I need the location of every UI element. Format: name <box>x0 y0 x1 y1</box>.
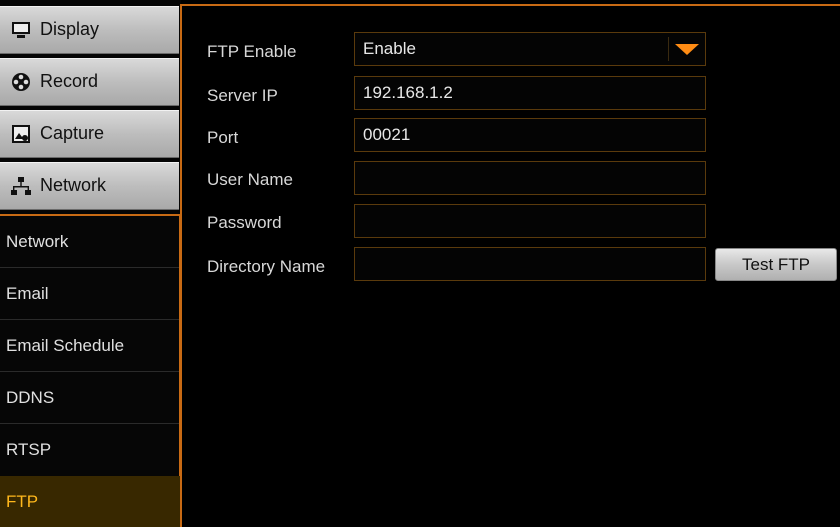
menu-capture-label: Capture <box>40 122 105 143</box>
server-ip-input[interactable]: 192.168.1.2 <box>354 76 706 110</box>
camera-capture-icon <box>10 123 32 145</box>
sidebar: Display Record Capture Network Network E… <box>0 0 181 527</box>
ftp-enable-label: FTP Enable <box>207 42 297 61</box>
user-name-label: User Name <box>207 170 293 189</box>
test-ftp-button[interactable]: Test FTP <box>715 248 837 281</box>
ftp-enable-value: Enable <box>363 39 416 58</box>
menu-network[interactable]: Network <box>0 162 179 210</box>
menu-display[interactable]: Display <box>0 6 179 54</box>
directory-name-label: Directory Name <box>207 257 326 276</box>
password-input[interactable] <box>354 204 706 238</box>
submenu-item-network[interactable]: Network <box>0 216 179 268</box>
dropdown-separator <box>668 37 669 61</box>
server-ip-label: Server IP <box>207 86 278 105</box>
menu-record[interactable]: Record <box>0 58 179 106</box>
menu-network-label: Network <box>40 174 107 195</box>
port-label: Port <box>207 128 239 147</box>
directory-name-input[interactable] <box>354 247 706 281</box>
menu-display-label: Display <box>40 18 100 39</box>
film-reel-icon <box>10 71 32 93</box>
submenu-item-rtsp[interactable]: RTSP <box>0 424 179 476</box>
ftp-enable-select[interactable]: Enable <box>354 32 706 66</box>
network-icon <box>10 175 32 197</box>
submenu-item-email[interactable]: Email <box>0 268 179 320</box>
port-input[interactable]: 00021 <box>354 118 706 152</box>
dropdown-arrow-icon[interactable] <box>675 44 699 55</box>
password-label: Password <box>207 213 282 232</box>
network-submenu: Network Email Email Schedule DDNS RTSP <box>0 214 181 476</box>
submenu-item-ddns[interactable]: DDNS <box>0 372 179 424</box>
user-name-input[interactable] <box>354 161 706 195</box>
submenu-item-email-schedule[interactable]: Email Schedule <box>0 320 179 372</box>
monitor-icon <box>10 19 32 41</box>
submenu-item-ftp-active[interactable]: FTP <box>0 476 181 527</box>
menu-capture[interactable]: Capture <box>0 110 179 158</box>
menu-record-label: Record <box>40 70 99 91</box>
